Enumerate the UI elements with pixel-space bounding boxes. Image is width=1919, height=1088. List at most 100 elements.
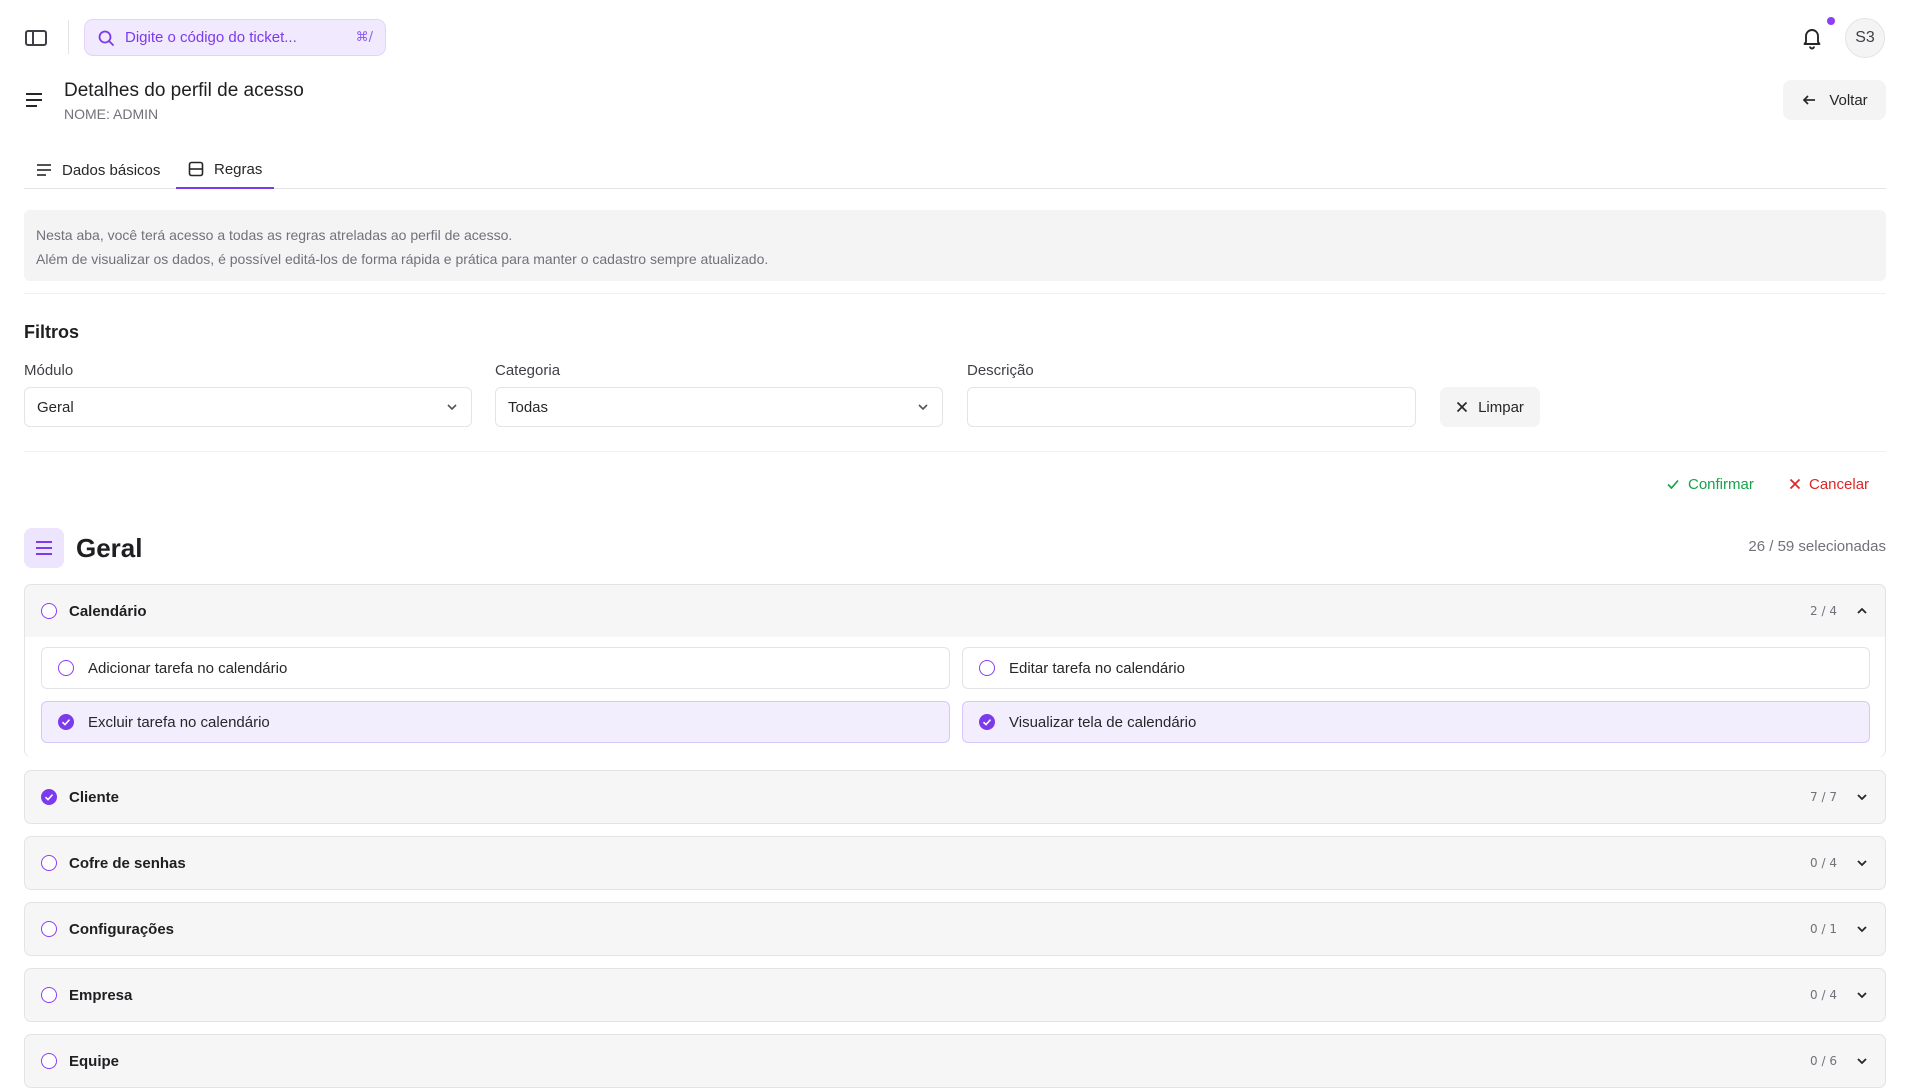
sidebar-toggle-icon[interactable] [24, 28, 48, 48]
rule-group-body: Adicionar tarefa no calendário Editar ta… [25, 637, 1885, 757]
descricao-label: Descrição [967, 362, 1034, 379]
group-name: Configurações [69, 920, 175, 938]
rule-checkbox-checked[interactable] [979, 714, 995, 730]
modulo-label: Módulo [24, 362, 74, 379]
ticket-search[interactable]: ⌘/ [84, 19, 386, 56]
rule-item[interactable]: Visualizar tela de calendário [962, 701, 1870, 743]
back-button-label: Voltar [1829, 91, 1868, 109]
section-title: Geral [76, 533, 143, 563]
group-checkbox[interactable] [41, 603, 57, 619]
confirm-button[interactable]: Confirmar [1666, 472, 1754, 496]
search-shortcut: ⌘/ [355, 30, 373, 45]
group-count: 0 / 4 [1810, 988, 1837, 1002]
chevron-down-icon [445, 400, 459, 414]
group-checkbox[interactable] [41, 855, 57, 871]
group-checkbox[interactable] [41, 987, 57, 1003]
tab-label: Regras [214, 160, 263, 178]
rule-group-equipe: Equipe 0 / 6 [24, 1034, 1886, 1088]
modulo-select[interactable]: Geral [24, 387, 472, 427]
group-name: Calendário [69, 602, 147, 620]
rule-group-empresa: Empresa 0 / 4 [24, 968, 1886, 1022]
bell-icon[interactable] [1799, 25, 1825, 51]
clear-label: Limpar [1478, 398, 1524, 416]
descricao-input[interactable] [967, 387, 1416, 427]
rule-item[interactable]: Editar tarefa no calendário [962, 647, 1870, 689]
section-menu-icon [24, 528, 64, 568]
chevron-down-icon[interactable] [1855, 1054, 1869, 1068]
close-icon [1789, 478, 1801, 490]
tab-dados-basicos[interactable]: Dados básicos [24, 151, 172, 189]
rule-group-cliente: Cliente 7 / 7 [24, 770, 1886, 824]
rule-checkbox[interactable] [58, 660, 74, 676]
rule-item[interactable]: Adicionar tarefa no calendário [41, 647, 950, 689]
check-icon [44, 792, 54, 802]
rule-group-header[interactable]: Configurações 0 / 1 [25, 903, 1885, 955]
modulo-value: Geral [37, 398, 74, 416]
rule-group-configuracoes: Configurações 0 / 1 [24, 902, 1886, 956]
filters-title: Filtros [24, 322, 80, 342]
confirm-label: Confirmar [1688, 475, 1754, 493]
rule-group-calendario: Calendário 2 / 4 Adicionar tarefa no cal… [24, 584, 1886, 757]
arrow-left-icon [1801, 92, 1817, 108]
rule-group-header[interactable]: Cliente 7 / 7 [25, 771, 1885, 823]
section-selected-count: 26 / 59 selecionadas [1748, 538, 1886, 555]
rule-label: Adicionar tarefa no calendário [88, 659, 288, 677]
cancel-button[interactable]: Cancelar [1789, 472, 1869, 496]
rule-label: Visualizar tela de calendário [1009, 713, 1197, 731]
rule-group-header[interactable]: Equipe 0 / 6 [25, 1035, 1885, 1087]
rule-group-header[interactable]: Calendário 2 / 4 [25, 585, 1885, 637]
group-name: Cliente [69, 788, 120, 806]
group-count: 0 / 1 [1810, 922, 1837, 936]
page-title: Detalhes do perfil de acesso [64, 80, 304, 101]
check-icon [1666, 477, 1680, 491]
categoria-value: Todas [508, 398, 549, 416]
rule-label: Editar tarefa no calendário [1009, 659, 1185, 677]
rule-checkbox[interactable] [979, 660, 995, 676]
info-line: Além de visualizar os dados, é possível … [36, 251, 769, 267]
group-count: 0 / 6 [1810, 1054, 1837, 1068]
search-input[interactable] [125, 29, 356, 46]
group-checkbox[interactable] [41, 1053, 57, 1069]
categoria-select[interactable]: Todas [495, 387, 943, 427]
info-line: Nesta aba, você terá acesso a todas as r… [36, 227, 513, 243]
tab-regras[interactable]: Regras [176, 151, 275, 189]
menu-icon[interactable] [24, 91, 44, 109]
avatar[interactable]: S3 [1845, 18, 1885, 58]
chevron-up-icon[interactable] [1855, 604, 1869, 618]
tab-bar: Dados básicos Regras [24, 151, 1886, 189]
divider [24, 451, 1886, 452]
group-name: Equipe [69, 1052, 120, 1070]
group-checkbox[interactable] [41, 921, 57, 937]
rule-group-header[interactable]: Cofre de senhas 0 / 4 [25, 837, 1885, 889]
chevron-down-icon[interactable] [1855, 988, 1869, 1002]
notification-dot [1827, 17, 1835, 25]
check-icon [61, 717, 71, 727]
chevron-down-icon[interactable] [1855, 856, 1869, 870]
search-icon [97, 29, 115, 47]
page-subtitle: NOME: ADMIN [64, 106, 159, 122]
group-count: 7 / 7 [1810, 790, 1837, 804]
avatar-initials: S3 [1855, 29, 1875, 46]
back-button[interactable]: Voltar [1783, 80, 1886, 120]
clear-filters-button[interactable]: Limpar [1440, 387, 1540, 427]
group-name: Empresa [69, 986, 133, 1004]
group-checkbox-checked[interactable] [41, 789, 57, 805]
rule-label: Excluir tarefa no calendário [88, 713, 270, 731]
chevron-down-icon [916, 400, 930, 414]
rule-checkbox-checked[interactable] [58, 714, 74, 730]
chevron-down-icon[interactable] [1855, 922, 1869, 936]
close-icon [1456, 401, 1468, 413]
group-count: 2 / 4 [1810, 604, 1837, 618]
rule-group-header[interactable]: Empresa 0 / 4 [25, 969, 1885, 1021]
chevron-down-icon[interactable] [1855, 790, 1869, 804]
topbar-divider [68, 20, 69, 54]
group-name: Cofre de senhas [69, 854, 186, 872]
rules-icon [188, 161, 204, 177]
group-count: 0 / 4 [1810, 856, 1837, 870]
check-icon [982, 717, 992, 727]
info-box: Nesta aba, você terá acesso a todas as r… [24, 210, 1886, 281]
list-icon [36, 163, 52, 177]
rule-group-cofre-de-senhas: Cofre de senhas 0 / 4 [24, 836, 1886, 890]
rule-item[interactable]: Excluir tarefa no calendário [41, 701, 950, 743]
divider [24, 293, 1886, 294]
